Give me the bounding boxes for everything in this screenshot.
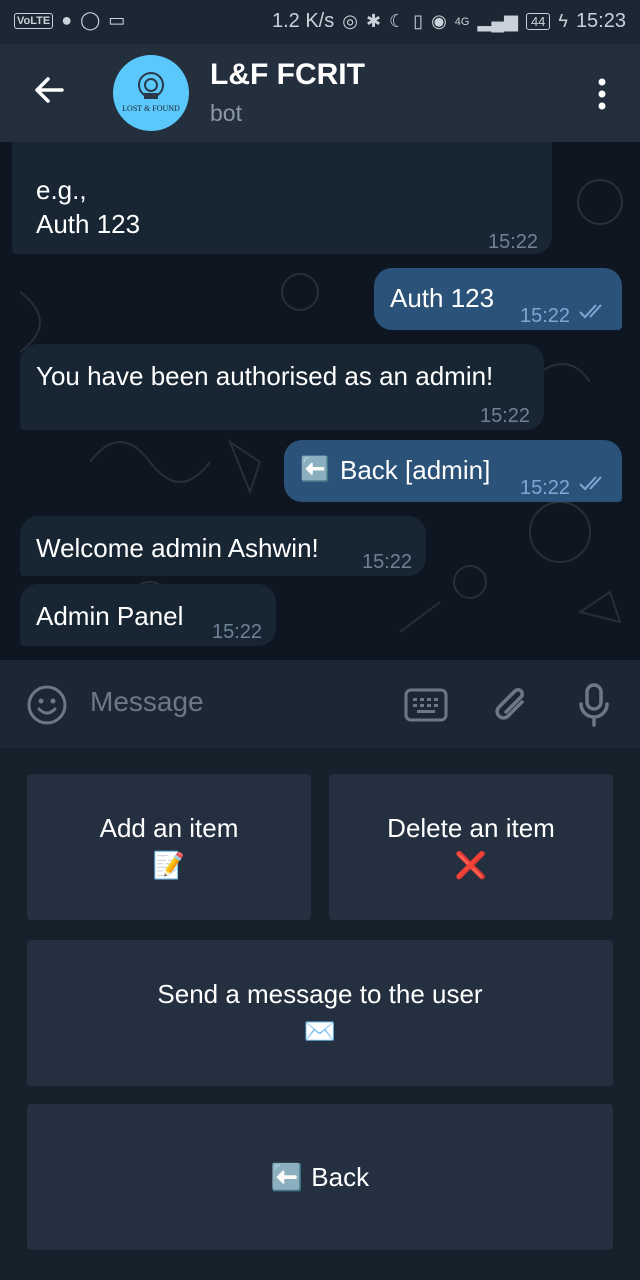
more-options-icon[interactable] (592, 74, 612, 114)
network-speed: 1.2 K/s (271, 10, 335, 32)
spotify-icon: ● (61, 10, 73, 30)
volte-indicator: VoLTE (14, 12, 54, 29)
send-message-button[interactable]: Send a message to the user ✉️ (27, 940, 613, 1086)
screen-icon: ▭ (108, 10, 126, 30)
charging-icon: ϟ (558, 11, 568, 31)
message-input-bar: Message (0, 660, 640, 748)
message-incoming[interactable]: e.g., Auth 123 15:22 (12, 142, 552, 254)
whatsapp-icon: ◯ (80, 10, 101, 30)
svg-text:LOST & FOUND: LOST & FOUND (122, 104, 180, 113)
delete-item-button[interactable]: Delete an item ❌ (329, 774, 613, 920)
emoji-icon[interactable] (26, 684, 68, 726)
bot-keyboard: Add an item 📝 Delete an item ❌ Send a me… (0, 748, 640, 1280)
clock: 15:23 (575, 10, 626, 32)
chat-area[interactable]: e.g., Auth 123 15:22 Auth 123 15:22 You … (0, 142, 640, 660)
back-arrow-icon[interactable] (30, 70, 70, 110)
envelope-icon: ✉️ (303, 1015, 337, 1046)
cross-mark-icon: ❌ (454, 849, 488, 880)
network-type: 4G (454, 15, 470, 28)
vibrate-icon: ▯ (413, 11, 424, 31)
message-time: 15:22 (362, 551, 413, 573)
hotspot-icon: ◎ (342, 11, 358, 31)
lost-found-logo: LOST & FOUND (122, 72, 180, 113)
message-outgoing[interactable]: Auth 123 15:22 (374, 268, 622, 330)
button-label: Add an item (99, 812, 239, 843)
message-time: 15:22 (488, 231, 539, 253)
chat-title: L&F FCRIT (210, 58, 365, 91)
message-text: You have been authorised as an admin! (36, 361, 494, 391)
message-time: 15:22 (520, 477, 571, 499)
chat-subtitle: bot (210, 100, 242, 126)
message-text: Back [admin] (340, 455, 491, 485)
message-incoming[interactable]: Welcome admin Ashwin! 15:22 (20, 516, 426, 576)
back-emoji-icon: ⬅️ (300, 456, 330, 483)
message-time: 15:22 (480, 405, 531, 427)
status-bar: VoLTE ● ◯ ▭ 1.2 K/s ◎ ✱ ☾ ▯ ◉ 4G ▂▄▆ 44 … (0, 0, 640, 44)
message-time: 15:22 (212, 621, 263, 643)
chat-header: LOST & FOUND L&F FCRIT bot (0, 44, 640, 142)
message-input[interactable]: Message (90, 686, 204, 718)
message-text: Admin Panel (36, 601, 184, 631)
message-outgoing[interactable]: ⬅️ Back [admin] 15:22 (284, 440, 622, 502)
read-ticks-icon (579, 304, 602, 319)
message-incoming[interactable]: Admin Panel 15:22 (20, 584, 276, 646)
back-button[interactable]: ⬅️ Back (27, 1104, 613, 1250)
message-incoming[interactable]: You have been authorised as an admin! 15… (20, 344, 544, 430)
bluetooth-icon: ✱ (365, 11, 382, 31)
attach-icon[interactable] (492, 684, 532, 728)
avatar[interactable]: LOST & FOUND (113, 55, 189, 131)
battery-indicator: 44 (525, 13, 551, 30)
eye-icon: ◉ (431, 11, 447, 31)
keyboard-icon[interactable] (404, 688, 448, 722)
microphone-icon[interactable] (576, 682, 612, 728)
button-label: Back (311, 1161, 370, 1192)
message-time: 15:22 (520, 305, 571, 327)
memo-icon: 📝 (152, 849, 186, 880)
read-ticks-icon (579, 476, 602, 491)
add-item-button[interactable]: Add an item 📝 (27, 774, 311, 920)
message-text: Auth 123 (390, 283, 495, 313)
message-text: Welcome admin Ashwin! (36, 533, 319, 563)
back-arrow-emoji-icon: ⬅️ (270, 1162, 304, 1192)
message-text: e.g., (36, 175, 87, 205)
message-text: Auth 123 (36, 209, 141, 239)
button-label: Send a message to the user (157, 978, 483, 1009)
signal-icon: ▂▄▆ (477, 11, 518, 31)
moon-icon: ☾ (389, 11, 406, 31)
button-label: Delete an item (387, 812, 555, 843)
